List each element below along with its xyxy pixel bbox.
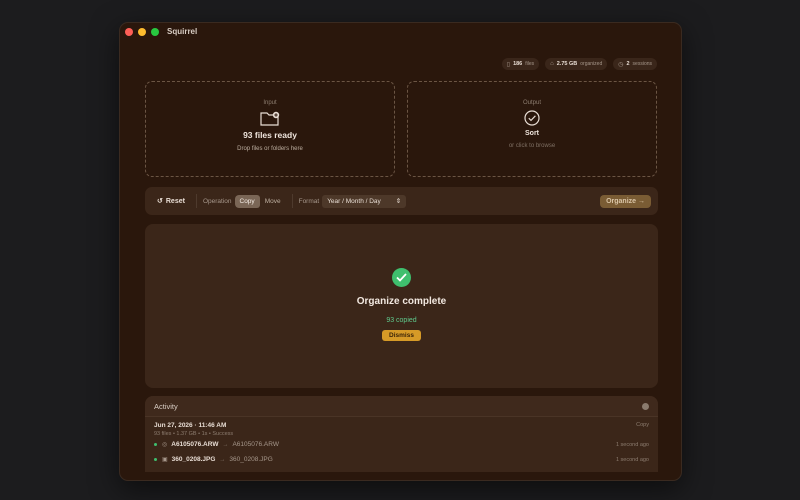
reset-button[interactable]: ↺ Reset xyxy=(152,194,190,208)
result-title: Organize complete xyxy=(356,296,447,307)
stat-sessions-label: sessions xyxy=(632,61,652,67)
stat-organized-label: organized xyxy=(580,61,603,67)
session-date: Jun 27, 2026 · 11:46 AM xyxy=(154,422,227,429)
file-destination: A6105076.ARW xyxy=(232,441,279,448)
file-icon: ▯ xyxy=(506,61,511,68)
format-select[interactable]: Year / Month / Day ⇕ xyxy=(322,194,407,208)
app-window: Squirrel ▯ 186 files ⌂ 2.75 GB organized… xyxy=(119,22,682,481)
options-toolbar: ↺ Reset Operation Copy Move Format Year … xyxy=(145,187,658,215)
stat-sessions: ◷ 2 sessions xyxy=(613,58,657,70)
input-hint: Drop files or folders here xyxy=(237,146,303,152)
stat-organized: ⌂ 2.75 GB organized xyxy=(545,58,608,70)
stat-files-label: files xyxy=(525,61,535,67)
input-label: Input xyxy=(263,100,277,106)
close-window-button[interactable] xyxy=(125,27,133,36)
list-item[interactable]: ◎ A6105076.ARW → A6105076.ARW 1 second a… xyxy=(145,437,658,452)
chevron-updown-icon: ⇕ xyxy=(395,198,402,205)
reset-icon: ↺ xyxy=(157,198,163,205)
output-drop-zone[interactable]: Output Sort or click to browse xyxy=(407,81,657,177)
activity-panel: Activity Jun 27, 2026 · 11:46 AM Copy 93… xyxy=(145,396,658,472)
session-header[interactable]: Jun 27, 2026 · 11:46 AM Copy xyxy=(145,417,658,429)
format-value: Year / Month / Day xyxy=(327,197,381,205)
stat-files-value: 186 xyxy=(513,61,523,67)
file-time: 1 second ago xyxy=(615,456,649,463)
zoom-window-button[interactable] xyxy=(151,27,159,36)
activity-header: Activity xyxy=(145,396,658,417)
result-panel: Organize complete 93 copied Dismiss xyxy=(145,224,658,388)
output-hint: or click to browse xyxy=(508,143,556,149)
input-file-count: 93 files ready xyxy=(243,130,297,140)
input-drop-zone[interactable]: Input 93 files ready Drop files or folde… xyxy=(145,81,395,177)
folder-add-icon xyxy=(259,109,281,127)
output-label: Output xyxy=(522,100,541,106)
session-operation: Copy xyxy=(636,422,649,428)
reset-label: Reset xyxy=(165,197,185,205)
raw-file-icon: ◎ xyxy=(162,442,168,448)
success-check-icon xyxy=(392,268,411,287)
file-time: 1 second ago xyxy=(615,441,649,448)
format-label: Format xyxy=(298,197,320,205)
stat-organized-value: 2.75 GB xyxy=(556,61,578,67)
image-file-icon: ▣ xyxy=(162,457,168,463)
status-dot xyxy=(154,458,157,461)
toolbar-divider xyxy=(291,194,293,208)
check-circle-icon xyxy=(521,109,543,127)
operation-move-option[interactable]: Move xyxy=(260,195,286,208)
result-summary: 93 copied xyxy=(386,317,417,324)
clear-icon[interactable] xyxy=(642,402,649,410)
disk-icon: ⌂ xyxy=(550,61,554,67)
stat-files: ▯ 186 files xyxy=(501,58,540,70)
arrow-right-icon: → xyxy=(219,456,226,463)
arrow-right-icon: → xyxy=(222,441,229,448)
stat-sessions-value: 2 xyxy=(626,61,630,67)
stats-bar: ▯ 186 files ⌂ 2.75 GB organized ◷ 2 sess… xyxy=(501,58,657,70)
file-destination: 360_0208.JPG xyxy=(229,456,273,463)
activity-title: Activity xyxy=(154,401,178,411)
list-item[interactable]: ▣ 360_0208.JPG → 360_0208.JPG 1 second a… xyxy=(145,452,658,467)
minimize-window-button[interactable] xyxy=(138,27,146,36)
clock-icon: ◷ xyxy=(618,61,624,68)
session-meta: 93 files • 1.37 GB • 1s • Success xyxy=(154,431,234,437)
window-controls xyxy=(125,27,159,36)
operation-label: Operation xyxy=(202,197,232,205)
output-folder-name: Sort xyxy=(525,130,539,137)
organize-button[interactable]: Organize → xyxy=(600,194,651,208)
operation-copy-option[interactable]: Copy xyxy=(234,194,260,208)
file-name: A6105076.ARW xyxy=(171,441,219,448)
operation-segmented-control: Copy Move xyxy=(234,194,286,208)
file-name: 360_0208.JPG xyxy=(171,456,216,463)
app-title: Squirrel xyxy=(167,27,198,36)
toolbar-divider xyxy=(195,194,197,208)
title-bar: Squirrel xyxy=(120,23,681,40)
dismiss-button[interactable]: Dismiss xyxy=(382,330,421,341)
status-dot xyxy=(154,443,157,446)
